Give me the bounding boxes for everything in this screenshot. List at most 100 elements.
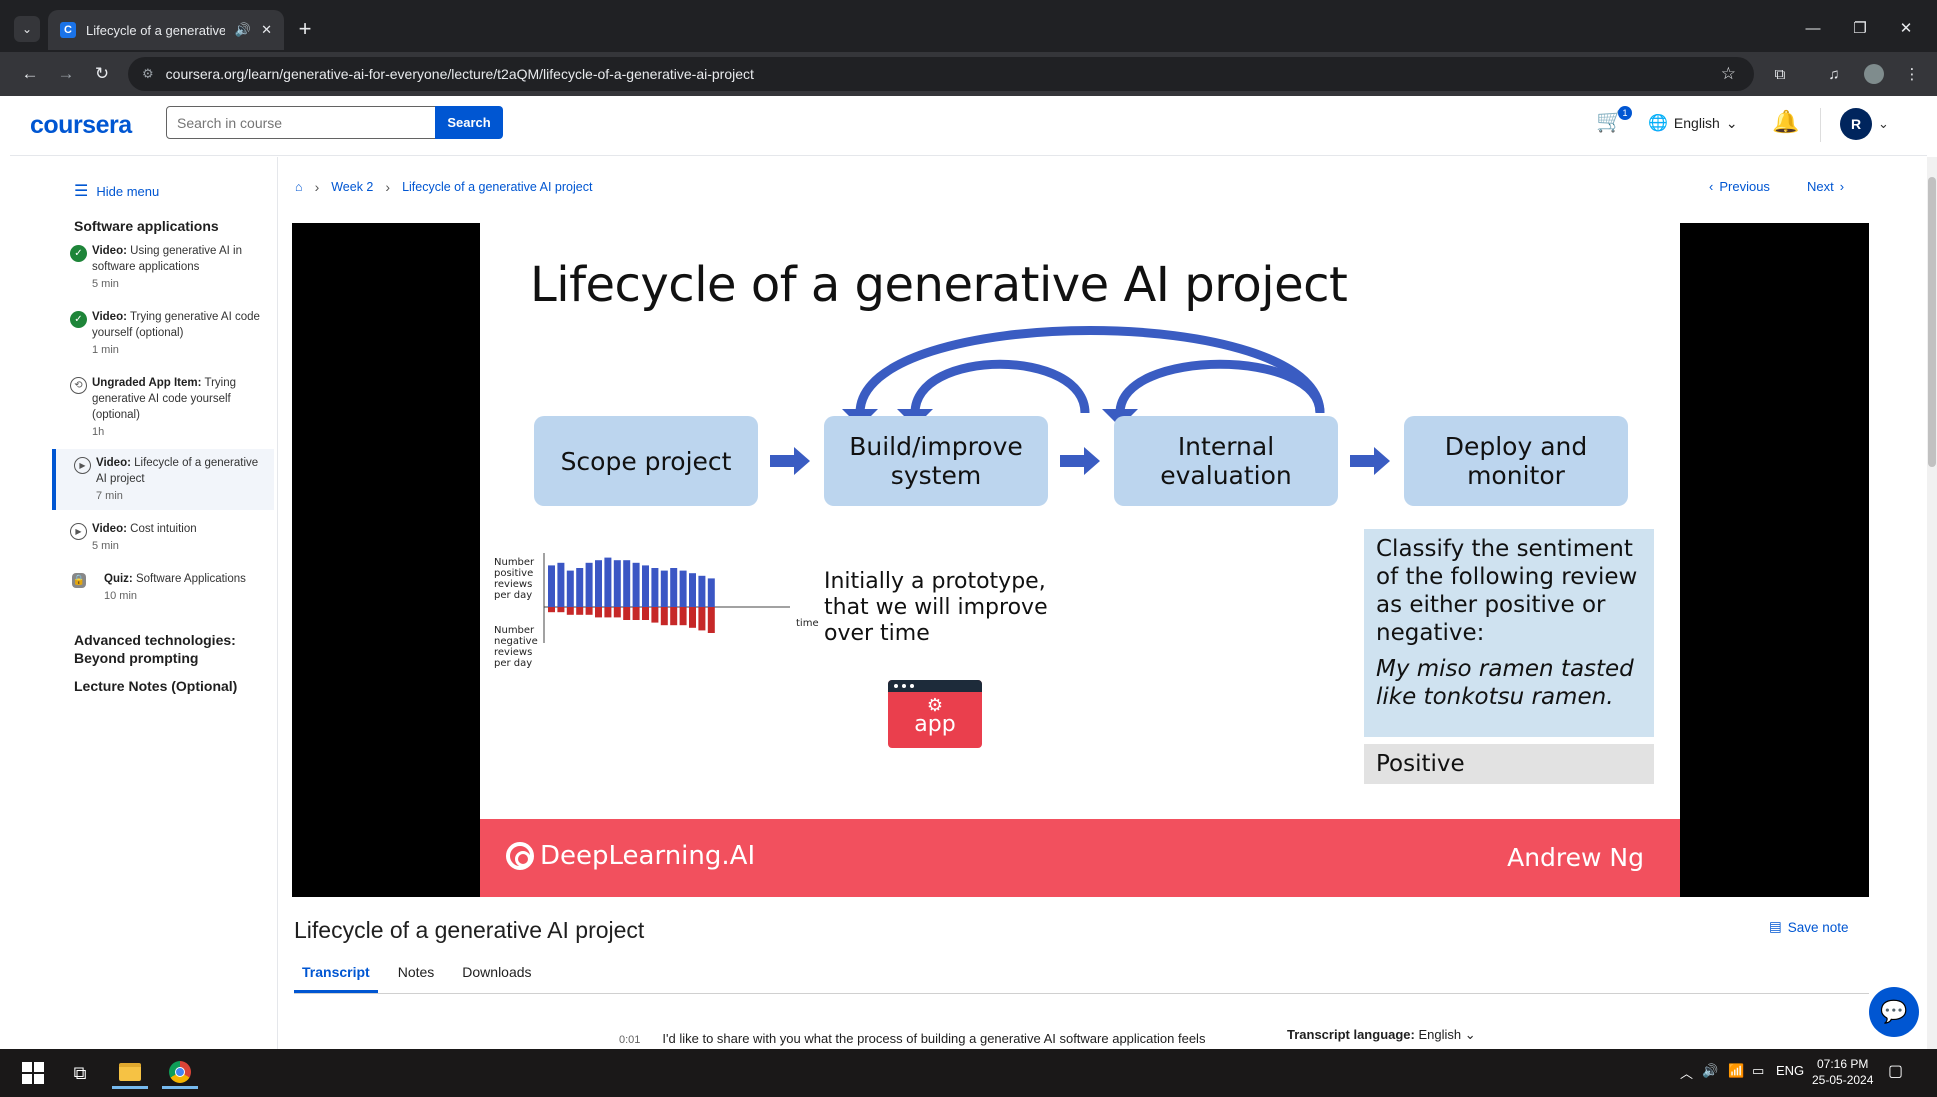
chevron-left-icon: ‹ <box>1709 179 1714 194</box>
prompt-text: Classify the sentiment of the following … <box>1376 536 1638 646</box>
windows-start-icon[interactable] <box>22 1062 44 1084</box>
deeplearning-ai-logo: DeepLearning.AI <box>506 841 755 871</box>
transcript-language-label: Transcript language: <box>1287 1027 1415 1042</box>
chrome-icon[interactable] <box>162 1057 198 1089</box>
profile-icon[interactable] <box>1862 62 1886 86</box>
speaker-icon[interactable]: 🔊 <box>235 22 251 38</box>
hamburger-icon: ☰ <box>74 183 89 200</box>
volume-icon[interactable]: 🔊 <box>1702 1063 1718 1079</box>
video-player[interactable]: Lifecycle of a generative AI project Sco… <box>292 223 1869 897</box>
minimize-icon[interactable]: — <box>1798 14 1828 42</box>
outline-item-active[interactable]: ▶ Video: Lifecycle of a generative AI pr… <box>52 449 274 510</box>
input-language[interactable]: ENG <box>1776 1063 1804 1078</box>
coursera-logo[interactable]: coursera <box>30 111 132 140</box>
outline-item[interactable]: ▶ Video: Cost intuition 5 min <box>52 515 274 560</box>
chart-label-negative: Number negative reviews per day <box>494 625 538 669</box>
wifi-icon[interactable]: 📶 <box>1728 1063 1744 1079</box>
reload-icon[interactable]: ↻ <box>88 60 116 88</box>
user-avatar[interactable]: R <box>1840 108 1872 140</box>
chat-bubble-icon[interactable]: 💬 <box>1869 987 1919 1037</box>
language-selector[interactable]: 🌐 English ⌄ <box>1648 113 1738 133</box>
breadcrumb-current[interactable]: Lifecycle of a generative AI project <box>402 180 592 194</box>
browser-tab-active[interactable]: C Lifecycle of a generative AI 🔊 ✕ <box>48 10 284 50</box>
back-arrow-icon[interactable]: ← <box>16 60 44 88</box>
outline-item[interactable]: ⟲ Ungraded App Item: Trying generative A… <box>52 369 274 446</box>
windows-taskbar: ⧉ ︿ 🔊 📶 ▭ ENG 07:16 PM 25-05-2024 ▢ <box>0 1049 1937 1097</box>
negative-review-bar <box>595 607 602 618</box>
extensions-puzzle-icon[interactable]: ⧉ <box>1768 62 1792 86</box>
footer-author: Andrew Ng <box>1507 843 1644 872</box>
positive-review-bar <box>595 560 602 607</box>
battery-icon[interactable]: ▭ <box>1752 1063 1764 1079</box>
transcript-language-selector[interactable]: Transcript language: English ⌄ <box>1287 1027 1476 1043</box>
section-title-advanced-technologies[interactable]: Advanced technologies: Beyond prompting <box>74 631 244 667</box>
task-view-icon[interactable]: ⧉ <box>62 1057 98 1089</box>
section-title-software-applications[interactable]: Software applications <box>74 217 219 235</box>
tab-notes[interactable]: Notes <box>390 952 443 993</box>
app-item-icon: ⟲ <box>70 377 87 394</box>
tab-close-icon[interactable]: ✕ <box>261 22 272 38</box>
forward-arrow-icon[interactable]: → <box>52 60 80 88</box>
positive-review-bar <box>679 570 687 607</box>
browser-menu-icon[interactable]: ⋮ <box>1900 62 1924 86</box>
restore-icon[interactable]: ❐ <box>1845 14 1875 42</box>
transcript-language-value: English <box>1418 1027 1462 1042</box>
item-duration: 7 min <box>96 490 123 502</box>
tab-downloads[interactable]: Downloads <box>454 952 539 993</box>
site-info-icon[interactable]: ⚙ <box>142 66 154 82</box>
item-title: Cost intuition <box>130 523 197 535</box>
browser-toolbar: ← → ↻ ⚙ coursera.org/learn/generative-ai… <box>0 52 1937 96</box>
file-explorer-icon[interactable] <box>112 1057 148 1089</box>
scrollbar-thumb[interactable] <box>1928 177 1936 467</box>
lecture-title: Lifecycle of a generative AI project <box>294 917 645 943</box>
browser-chrome: ⌄ C Lifecycle of a generative AI 🔊 ✕ + —… <box>0 0 1937 96</box>
address-bar[interactable]: ⚙ coursera.org/learn/generative-ai-for-e… <box>128 57 1754 91</box>
outline-item[interactable]: 🔒 Quiz: Software Applications 10 min <box>52 565 274 610</box>
breadcrumb: ⌂ › Week 2 › Lifecycle of a generative A… <box>295 179 592 195</box>
new-tab-plus-icon[interactable]: + <box>292 16 318 42</box>
notification-center-icon[interactable]: ▢ <box>1888 1061 1903 1081</box>
window-close-icon[interactable]: ✕ <box>1891 14 1921 42</box>
outline-item[interactable]: ✓ Video: Trying generative AI code yours… <box>52 303 274 364</box>
main-content: ⌂ › Week 2 › Lifecycle of a generative A… <box>279 157 1921 1049</box>
note-icon: ▤ <box>1769 919 1782 934</box>
save-note-button[interactable]: ▤ Save note <box>1769 919 1849 935</box>
media-controls-icon[interactable]: ♫ <box>1822 62 1846 86</box>
lock-icon: 🔒 <box>72 573 86 588</box>
notifications-bell-icon[interactable]: 🔔 <box>1772 109 1799 135</box>
tray-overflow-chevron-icon[interactable]: ︿ <box>1680 1063 1693 1082</box>
next-button[interactable]: Next › <box>1807 179 1844 194</box>
right-arrow-icon <box>1350 447 1390 475</box>
tab-search-chevron-icon[interactable]: ⌄ <box>14 16 40 42</box>
stage-scope-project: Scope project <box>534 416 758 506</box>
prototype-caption: Initially a prototype, that we will impr… <box>824 569 1048 646</box>
positive-review-bar <box>623 560 631 607</box>
home-icon[interactable]: ⌂ <box>295 180 303 194</box>
avatar-chevron-down-icon[interactable]: ⌄ <box>1878 116 1889 132</box>
hide-menu-label: Hide menu <box>96 183 160 199</box>
system-clock[interactable]: 07:16 PM 25-05-2024 <box>1812 1056 1873 1088</box>
tab-title: Lifecycle of a generative AI <box>86 22 225 38</box>
breadcrumb-week[interactable]: Week 2 <box>331 180 373 194</box>
negative-review-bar <box>623 607 631 620</box>
play-circle-icon: ▶ <box>70 523 87 540</box>
item-type: Video: <box>96 457 131 469</box>
tab-transcript[interactable]: Transcript <box>294 952 378 993</box>
negative-review-bar <box>613 607 621 618</box>
course-outline-sidebar: ☰ Hide menu Software applications ✓ Vide… <box>10 157 278 1049</box>
transcript-text: I'd like to share with you what the proc… <box>662 1031 1206 1046</box>
hide-menu-button[interactable]: ☰ Hide menu <box>74 181 159 201</box>
chevron-right-icon: › <box>1839 179 1845 194</box>
transcript-line[interactable]: 0:01 I'd like to share with you what the… <box>619 1031 1205 1046</box>
search-button[interactable]: Search <box>435 106 503 139</box>
positive-review-bar <box>689 573 696 607</box>
cart-button[interactable]: 🛒 1 <box>1596 106 1632 140</box>
deeplearning-swirl-icon <box>506 842 534 870</box>
page-scrollbar[interactable] <box>1927 157 1937 1049</box>
previous-button[interactable]: ‹ Previous <box>1709 179 1770 194</box>
bookmark-star-icon[interactable]: ☆ <box>1721 64 1736 84</box>
course-search-input[interactable] <box>166 106 436 139</box>
right-arrow-icon <box>770 447 810 475</box>
outline-item[interactable]: ✓ Video: Using generative AI in software… <box>52 237 274 298</box>
section-title-lecture-notes[interactable]: Lecture Notes (Optional) <box>74 677 237 695</box>
